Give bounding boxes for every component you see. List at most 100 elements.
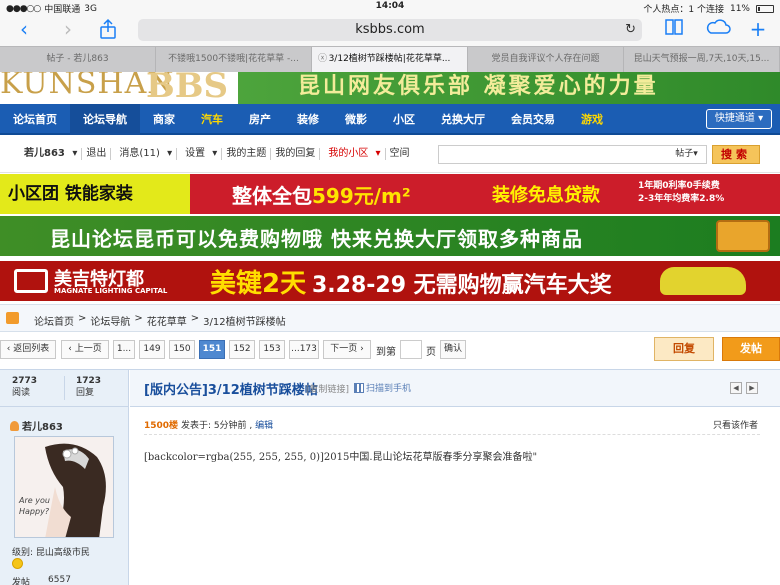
thread-title-row: [版内公告]3/12植树节踩楼帖 [复制链接] 扫描到手机 ◀ ▶ xyxy=(130,370,780,407)
browser-tab[interactable]: 昆山天气预报一周,7天,10天,15... xyxy=(624,47,780,72)
ad-banner-decoration[interactable]: 小区团 铁能家装 整体全包599元/m² 装修免息贷款 1年期0利率0手续费 2-… xyxy=(0,174,780,214)
username: 若儿863 xyxy=(24,148,65,159)
post-divider xyxy=(144,434,760,435)
breadcrumb-thread[interactable]: 3/12植树节踩楼帖 xyxy=(203,313,285,328)
back-to-list-button[interactable]: ‹ 返回列表 xyxy=(0,340,56,359)
settings-label: 设置 xyxy=(185,148,206,159)
address-bar[interactable]: ksbbs.com ↻ xyxy=(138,19,642,41)
goto-confirm-button[interactable]: 确认 xyxy=(440,340,466,359)
nav-item-film[interactable]: 微影 xyxy=(332,104,380,135)
next-page-button[interactable]: 下一页 › xyxy=(323,340,371,359)
icloud-tabs-icon[interactable] xyxy=(704,18,732,42)
author-name: 若儿863 xyxy=(22,422,63,433)
next-thread-icon[interactable]: ▶ xyxy=(746,382,758,394)
prev-page-button[interactable]: ‹ 上一页 xyxy=(61,340,109,359)
only-author-link[interactable]: 只看该作者 xyxy=(713,418,758,431)
nav-item-guide[interactable]: 论坛导航 xyxy=(70,104,140,135)
ad-brand: 小区团 铁能家装 xyxy=(0,174,190,214)
nav-item-house[interactable]: 房产 xyxy=(236,104,284,135)
posts-label: 发帖 xyxy=(12,578,31,585)
scan-label: 扫描到手机 xyxy=(366,384,412,394)
new-tab-icon[interactable]: + xyxy=(746,18,770,42)
forward-icon[interactable]: › xyxy=(56,18,80,42)
site-logo-bbs: BBS xyxy=(146,72,229,104)
logout-link[interactable]: 退出 xyxy=(82,148,112,160)
tab-label: 不镂哦1500不镂哦|花花草草 -... xyxy=(168,54,299,64)
tab-label: 昆山天气预报一周,7天,10天,15... xyxy=(633,54,770,64)
quick-access-label: 快捷通道 xyxy=(714,113,755,124)
username-link[interactable]: 若儿863 ▾ xyxy=(16,148,83,160)
search-input[interactable] xyxy=(438,145,668,164)
nav-item-merchants[interactable]: 商家 xyxy=(140,104,188,135)
pager: ‹ 返回列表 ‹ 上一页 1... 149 150 151 152 153 ..… xyxy=(0,337,780,363)
avatar[interactable]: Are you Happy? xyxy=(14,436,114,538)
reply-button[interactable]: 回复 xyxy=(654,337,714,361)
browser-toolbar: ‹ › ksbbs.com ↻ + xyxy=(0,14,780,46)
ad-banner-exchange[interactable]: 昆山论坛昆币可以免费购物哦 快来兑换大厅领取多种商品 xyxy=(0,216,780,256)
copy-link[interactable]: [复制链接] xyxy=(306,382,349,395)
tab-label: 3/12植树节踩楼帖|花花草草... xyxy=(328,54,451,64)
nav-item-trade[interactable]: 会员交易 xyxy=(498,104,568,135)
nav-item-home[interactable]: 论坛首页 xyxy=(0,104,70,135)
quick-access-button[interactable]: 快捷通道 ▾ xyxy=(706,109,772,129)
floor-number: 1500楼 xyxy=(144,421,179,431)
browser-tab[interactable]: 帖子 - 若儿863 xyxy=(0,47,156,72)
page-current[interactable]: 151 xyxy=(199,340,225,359)
page-link[interactable]: 149 xyxy=(139,340,165,359)
ad-note: 2-3年年均费率2.8% xyxy=(638,194,725,204)
bookmarks-icon[interactable] xyxy=(662,18,686,42)
breadcrumb-home[interactable]: 论坛首页 xyxy=(34,313,74,328)
post-content: [backcolor=rgba(255, 255, 255, 0)]2015中国… xyxy=(144,452,538,463)
browser-tab[interactable]: 党员自我评议个人存在问题 xyxy=(468,47,624,72)
home-icon[interactable] xyxy=(6,312,19,324)
page-link[interactable]: ...173 xyxy=(289,340,319,359)
search-button[interactable]: 搜索 xyxy=(712,145,760,164)
page-link[interactable]: 152 xyxy=(229,340,255,359)
avatar-caption: Are you Happy? xyxy=(19,496,50,516)
next-page-label: 下一页 xyxy=(330,344,358,354)
reload-icon[interactable]: ↻ xyxy=(625,19,636,41)
my-topics-link[interactable]: 我的主题 xyxy=(222,148,272,160)
page-link[interactable]: 1... xyxy=(113,340,135,359)
browser-tab-active[interactable]: ⓧ 3/12植树节踩楼帖|花花草草... xyxy=(312,47,468,72)
ad-exchange-text: 昆山论坛昆币可以免费购物哦 快来兑换大厅领取多种商品 xyxy=(50,227,583,251)
ad-loan-text: 装修免息贷款 xyxy=(492,185,600,206)
page-unit-label: 页 xyxy=(426,347,436,358)
edit-link[interactable]: 编辑 xyxy=(255,421,273,431)
my-community-label: 我的小区 xyxy=(328,148,369,159)
search-type-select[interactable]: 帖子▾ xyxy=(667,145,707,164)
thread-title: [版内公告]3/12植树节踩楼帖 xyxy=(144,383,318,398)
nav-item-decor[interactable]: 装修 xyxy=(284,104,332,135)
back-icon[interactable]: ‹ xyxy=(12,18,36,42)
new-post-button[interactable]: 发帖 xyxy=(722,337,780,361)
messages-link[interactable]: 消息(11) ▾ xyxy=(111,148,178,160)
nav-item-exchange[interactable]: 兑换大厅 xyxy=(428,104,498,135)
ad-lighting-text: 3.28-29 无需购物赢汽车大奖 xyxy=(312,273,612,298)
breadcrumb-forum[interactable]: 花花草草 xyxy=(147,313,187,328)
app: ●●●○○ 中国联通 3G 14:04 个人热点：1 个连接 11% ‹ › k… xyxy=(0,0,780,585)
breadcrumb-guide[interactable]: 论坛导航 xyxy=(90,313,130,328)
tab-label: 帖子 - 若儿863 xyxy=(46,54,109,64)
my-community-link[interactable]: 我的小区 ▾ xyxy=(320,148,386,160)
prev-thread-icon[interactable]: ◀ xyxy=(730,382,742,394)
page-link[interactable]: 153 xyxy=(259,340,285,359)
space-link[interactable]: 空间 xyxy=(386,148,414,160)
main-nav: 论坛首页 论坛导航 商家 汽车 房产 装修 微影 小区 兑换大厅 会员交易 游戏… xyxy=(0,104,780,135)
share-icon[interactable] xyxy=(96,18,120,42)
ad-banner-lighting[interactable]: 美吉特灯都 MAGNATE LIGHTING CAPITAL 美键2天 3.28… xyxy=(0,261,780,301)
nav-item-games[interactable]: 游戏 xyxy=(568,104,616,135)
settings-link[interactable]: 设置 ▾ xyxy=(177,148,223,160)
my-replies-link[interactable]: 我的回复 xyxy=(271,148,321,160)
prev-page-label: 上一页 xyxy=(74,344,102,354)
goto-page-input[interactable] xyxy=(400,340,422,359)
nav-item-cars[interactable]: 汽车 xyxy=(188,104,236,135)
status-bar: ●●●○○ 中国联通 3G 14:04 个人热点：1 个连接 11% xyxy=(0,0,780,15)
page-link[interactable]: 150 xyxy=(169,340,195,359)
banner-slogan-box: 昆山网友俱乐部 凝聚爱心的力量 xyxy=(238,72,780,104)
close-tab-icon[interactable]: ⓧ xyxy=(318,47,327,72)
nav-item-community[interactable]: 小区 xyxy=(380,104,428,135)
browser-tab[interactable]: 不镂哦1500不镂哦|花花草草 -... xyxy=(156,47,312,72)
scan-to-phone-link[interactable]: 扫描到手机 xyxy=(354,381,411,394)
user-level: 级别: 昆山高级市民 xyxy=(12,548,90,558)
author-name-link[interactable]: 若儿863 xyxy=(10,418,63,433)
